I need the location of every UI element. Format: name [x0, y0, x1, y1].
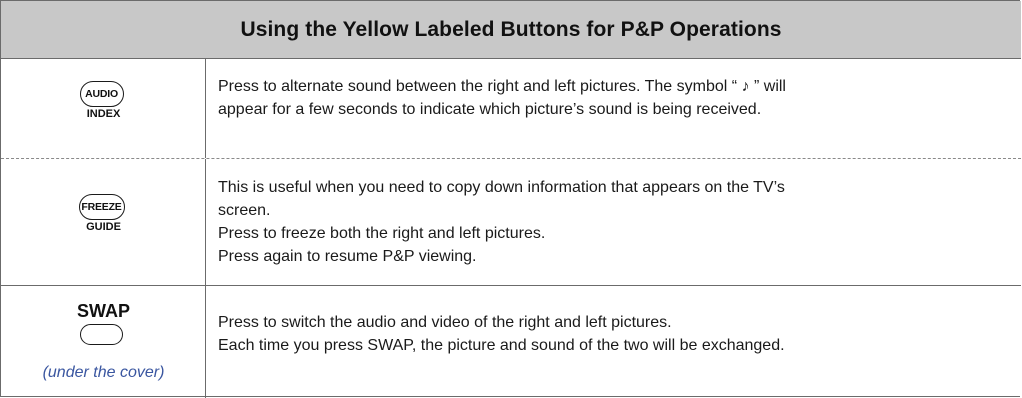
- description-cell: Press to switch the audio and video of t…: [206, 286, 1021, 398]
- guide-label: GUIDE: [86, 221, 121, 233]
- description-text: Press to alternate sound between the rig…: [218, 59, 1021, 121]
- button-cell: AUDIO INDEX: [1, 59, 206, 158]
- description-line: This is useful when you need to copy dow…: [218, 179, 785, 196]
- freeze-guide-button-icon: FREEZE GUIDE: [1, 194, 206, 233]
- table-header: Using the Yellow Labeled Buttons for P&P…: [1, 1, 1021, 59]
- description-line: Press to switch the audio and video of t…: [218, 314, 672, 331]
- swap-label: SWAP: [76, 301, 130, 321]
- description-cell: This is useful when you need to copy dow…: [206, 159, 1021, 285]
- description-line: Each time you press SWAP, the picture an…: [218, 337, 785, 354]
- table-row-swap: SWAP (under the cover) Press to switch t…: [1, 286, 1021, 398]
- description-line: screen.: [218, 202, 271, 219]
- swap-oval-icon: [80, 324, 123, 345]
- description-line: Press to freeze both the right and left …: [218, 225, 546, 242]
- swap-button-icon: SWAP (under the cover): [1, 301, 206, 382]
- description-text: This is useful when you need to copy dow…: [218, 159, 1021, 268]
- table-title: Using the Yellow Labeled Buttons for P&P…: [240, 17, 782, 41]
- button-cell: SWAP (under the cover): [1, 286, 206, 398]
- description-line: appear for a few seconds to indicate whi…: [218, 101, 762, 118]
- description-text: Press to switch the audio and video of t…: [218, 286, 1021, 357]
- button-reference-table: Using the Yellow Labeled Buttons for P&P…: [0, 0, 1021, 398]
- index-label: INDEX: [86, 108, 121, 120]
- table-row-audio-index: AUDIO INDEX Press to alternate sound bet…: [1, 59, 1021, 159]
- description-line: Press to alternate sound between the rig…: [218, 78, 786, 95]
- button-cell: FREEZE GUIDE: [1, 159, 206, 285]
- audio-pill-icon: AUDIO: [79, 81, 124, 107]
- description-cell: Press to alternate sound between the rig…: [206, 59, 1021, 158]
- table-row-freeze-guide: FREEZE GUIDE This is useful when you nee…: [1, 159, 1021, 286]
- audio-index-button-icon: AUDIO INDEX: [1, 81, 206, 120]
- description-line: Press again to resume P&P viewing.: [218, 248, 477, 265]
- freeze-pill-icon: FREEZE: [78, 194, 125, 220]
- under-cover-note: (under the cover): [42, 364, 165, 381]
